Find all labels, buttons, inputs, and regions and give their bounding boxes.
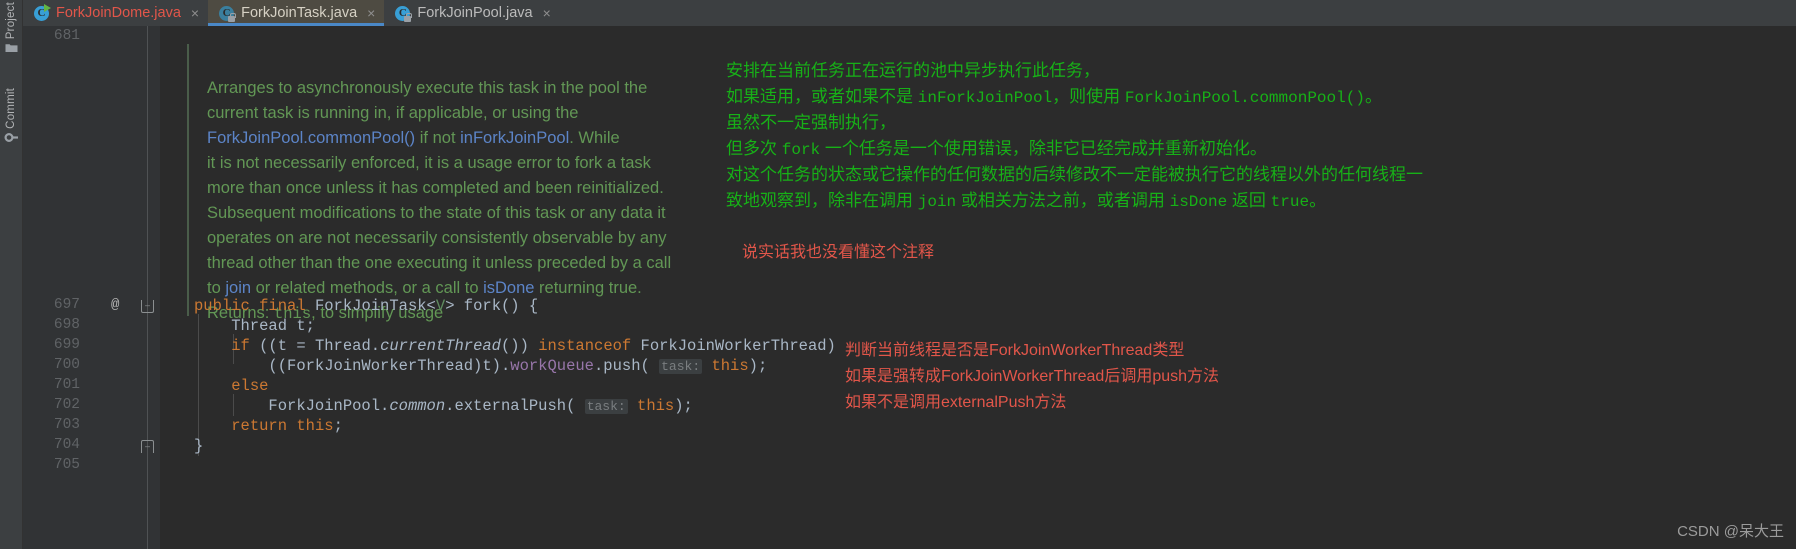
idea-editor-window: Project Commit C ForkJoinDome.java × C F… xyxy=(0,0,1796,549)
java-class-readonly-icon: C xyxy=(395,5,412,22)
code-line[interactable]: Thread t; xyxy=(194,316,315,336)
folder-icon xyxy=(5,42,18,56)
line-number: 700 xyxy=(53,357,80,373)
annotation-green-line: 安排在当前任务正在运行的池中异步执行此任务， xyxy=(726,61,1100,80)
tab-label: ForkJoinDome.java xyxy=(56,5,181,21)
javadoc-line: Arranges to asynchronously execute this … xyxy=(207,79,648,97)
tab-close-icon[interactable]: × xyxy=(188,0,199,26)
code-line[interactable]: ForkJoinPool.common.externalPush( task: … xyxy=(194,396,692,417)
line-number: 699 xyxy=(53,337,80,353)
code-line[interactable]: return this; xyxy=(194,416,343,436)
annotation-marker-icon[interactable]: @ xyxy=(111,297,119,313)
tab-label: ForkJoinTask.java xyxy=(241,5,358,21)
javadoc-line: Subsequent modifications to the state of… xyxy=(207,204,666,222)
code-line[interactable]: public final ForkJoinTask<V> fork() { xyxy=(194,296,538,316)
code-line[interactable]: ((ForkJoinWorkerThread)t).workQueue.push… xyxy=(194,356,767,377)
javadoc-line: operates on are not necessarily consiste… xyxy=(207,229,667,247)
line-number: 701 xyxy=(53,377,80,393)
code-editor[interactable]: 681 697 698 699 700 701 702 703 704 705 … xyxy=(23,26,1796,549)
sidebar-item-project-label: Project xyxy=(5,2,17,40)
line-number: 703 xyxy=(53,417,80,433)
javadoc-line: it is not necessarily enforced, it is a … xyxy=(207,154,651,172)
line-number: 697 xyxy=(53,297,80,313)
code-line[interactable]: } xyxy=(194,436,203,456)
annotation-green-line: 致地观察到，除非在调用 join 或相关方法之前，或者调用 isDone 返回 … xyxy=(726,191,1327,211)
line-number: 702 xyxy=(53,397,80,413)
javadoc-line: ForkJoinPool.commonPool() if not inForkJ… xyxy=(207,129,620,147)
java-class-runnable-icon: C xyxy=(34,3,51,21)
line-number: 704 xyxy=(53,437,80,453)
gutter-divider xyxy=(147,26,148,549)
javadoc-line: more than once unless it has completed a… xyxy=(207,179,664,197)
code-line[interactable]: else xyxy=(194,376,268,396)
code-fold-end-icon[interactable]: – xyxy=(141,440,154,453)
line-number: 681 xyxy=(53,28,80,44)
annotation-green-line: 对这个任务的状态或它操作的任何数据的后续修改不一定能被执行它的线程以外的任何线程… xyxy=(726,165,1423,184)
editor-gutter[interactable]: 681 697 698 699 700 701 702 703 704 705 … xyxy=(23,26,160,549)
editor-tab-bar: C ForkJoinDome.java × C ForkJoinTask.jav… xyxy=(23,0,1796,26)
sidebar-item-project[interactable]: Project xyxy=(0,2,23,56)
annotation-green-line: 虽然不一定强制执行， xyxy=(726,113,896,132)
annotation-green-line: 但多次 fork 一个任务是一个使用错误，除非它已经完成并重新初始化。 xyxy=(726,139,1267,159)
tool-window-rail: Project Commit xyxy=(0,0,23,549)
commit-icon xyxy=(4,132,19,146)
tab-forkjointask[interactable]: C ForkJoinTask.java × xyxy=(208,0,385,26)
java-class-readonly-icon: C xyxy=(219,5,236,22)
annotation-red-note: 判断当前线程是否是ForkJoinWorkerThread类型 xyxy=(845,342,1185,359)
annotation-red-note: 说实话我也没看懂这个注释 xyxy=(742,244,935,261)
line-number: 698 xyxy=(53,317,80,333)
tab-forkjoinpool[interactable]: C ForkJoinPool.java × xyxy=(384,0,559,26)
javadoc-line: thread other than the one executing it u… xyxy=(207,254,672,272)
sidebar-item-commit-label: Commit xyxy=(5,88,17,129)
javadoc-line: current task is running in, if applicabl… xyxy=(207,104,579,122)
annotation-green-line: 如果适用，或者如果不是 inForkJoinPool，则使用 ForkJoinP… xyxy=(726,87,1382,107)
line-number: 705 xyxy=(53,457,80,473)
sidebar-item-commit[interactable]: Commit xyxy=(0,88,23,146)
tab-label: ForkJoinPool.java xyxy=(417,5,533,21)
code-line[interactable]: if ((t = Thread.currentThread()) instanc… xyxy=(194,336,836,356)
csdn-watermark: CSDN @呆大王 xyxy=(1677,523,1784,540)
tab-close-icon[interactable]: × xyxy=(540,0,551,26)
tab-forkjoindome[interactable]: C ForkJoinDome.java × xyxy=(23,0,208,26)
code-fold-collapse-icon[interactable]: – xyxy=(141,300,154,313)
tab-close-icon[interactable]: × xyxy=(364,0,375,26)
annotation-red-note: 如果不是调用externalPush方法 xyxy=(845,394,1067,411)
annotation-red-note: 如果是强转成ForkJoinWorkerThread后调用push方法 xyxy=(845,368,1220,385)
